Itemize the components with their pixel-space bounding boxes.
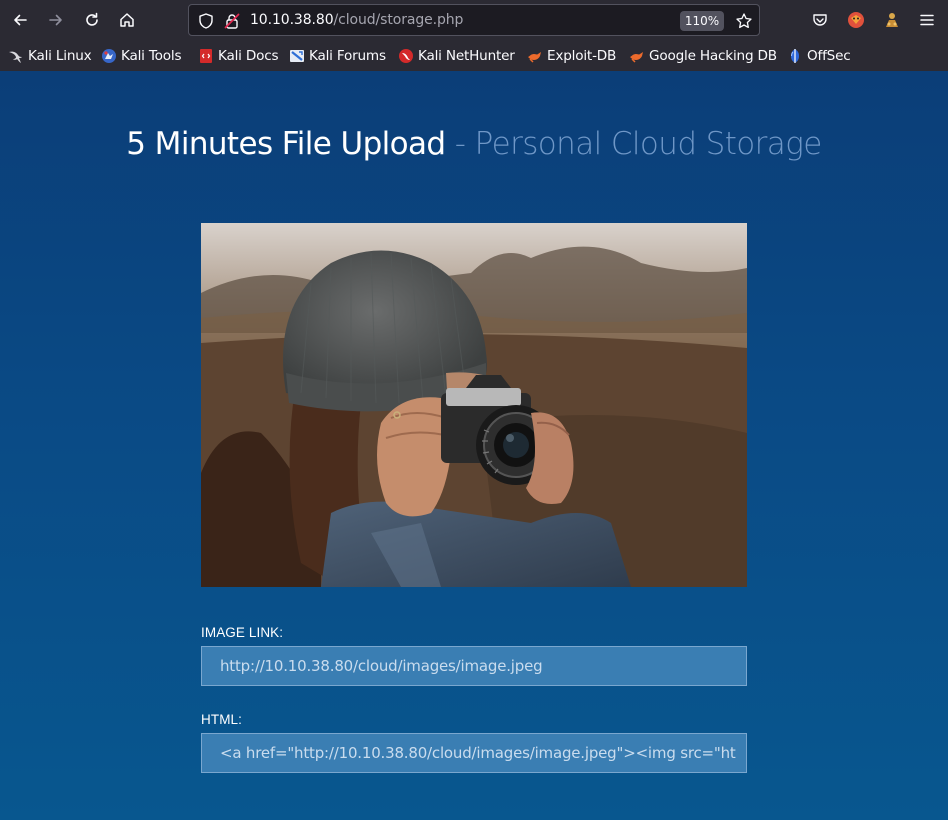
html-code-input[interactable]: <a href="http://10.10.38.80/cloud/images… (201, 733, 747, 773)
shield-icon[interactable] (197, 12, 215, 30)
photographer-photo-illustration (201, 223, 747, 587)
ghdb-icon (630, 52, 643, 63)
bookmark-offsec[interactable]: OffSec (787, 47, 851, 65)
bookmark-label: Kali NetHunter (418, 48, 515, 64)
forward-arrow-icon (49, 14, 62, 26)
insecure-lock-icon[interactable] (223, 12, 241, 30)
reload-icon (86, 12, 98, 26)
bookmark-star-icon[interactable] (735, 12, 753, 30)
page-content: 5 Minutes File Upload - Personal Cloud S… (0, 71, 948, 820)
back-arrow-icon (14, 14, 27, 26)
url-text[interactable]: 10.10.38.80/cloud/storage.php (250, 12, 463, 28)
page-title-main: 5 Minutes File Upload (126, 126, 446, 162)
pocket-button[interactable] (806, 6, 834, 34)
home-icon (120, 13, 134, 27)
page-title-separator: - (445, 126, 475, 162)
image-link-label: IMAGE LINK: (201, 625, 284, 640)
bookmark-label: Google Hacking DB (649, 48, 777, 64)
url-host: 10.10.38.80 (250, 12, 334, 28)
kali-tools-icon (102, 49, 116, 63)
home-button[interactable] (113, 6, 141, 34)
reload-button[interactable] (78, 6, 106, 34)
bookmark-label: Kali Tools (121, 48, 182, 64)
bookmark-label: Kali Forums (309, 48, 386, 64)
offsec-icon (791, 49, 799, 63)
kali-dragon-icon (9, 51, 22, 63)
bookmark-exploit-db[interactable]: Exploit-DB (527, 47, 616, 65)
url-bar[interactable]: 10.10.38.80/cloud/storage.php 110% (188, 4, 760, 36)
bookmark-kali-linux[interactable]: Kali Linux (8, 47, 92, 65)
bookmark-google-hacking-db[interactable]: Google Hacking DB (629, 47, 777, 65)
bookmark-kali-forums[interactable]: Kali Forums (289, 47, 386, 65)
hamburger-menu-icon (920, 14, 934, 26)
bookmark-label: Kali Linux (28, 48, 92, 64)
forward-button[interactable] (42, 6, 70, 34)
bookmarks-toolbar: Kali Linux Kali Tools Kali Docs Kali For… (0, 41, 948, 71)
bookmark-label: OffSec (807, 48, 851, 64)
pocket-icon (813, 14, 827, 26)
back-button[interactable] (6, 6, 34, 34)
zoom-level-badge[interactable]: 110% (680, 11, 724, 31)
page-title: 5 Minutes File Upload - Personal Cloud S… (0, 126, 948, 162)
image-link-input[interactable]: http://10.10.38.80/cloud/images/image.jp… (201, 646, 747, 686)
menu-button[interactable] (913, 6, 941, 34)
extension-button[interactable] (842, 6, 870, 34)
exploit-db-icon (528, 52, 541, 63)
bookmark-label: Kali Docs (218, 48, 279, 64)
bookmark-kali-docs[interactable]: Kali Docs (198, 47, 279, 65)
kali-forums-icon (290, 50, 304, 62)
foxyproxy-extension-icon (848, 12, 864, 28)
bookmark-kali-tools[interactable]: Kali Tools (101, 47, 182, 65)
browser-toolbar: 10.10.38.80/cloud/storage.php 110% (0, 0, 948, 41)
url-path: /cloud/storage.php (333, 12, 464, 28)
html-label: HTML: (201, 712, 242, 727)
wappalyzer-extension-icon (886, 13, 898, 27)
kali-nethunter-icon (399, 49, 413, 63)
bookmark-kali-nethunter[interactable]: Kali NetHunter (398, 47, 515, 65)
bookmark-label: Exploit-DB (547, 48, 617, 64)
page-title-subtitle: Personal Cloud Storage (474, 126, 823, 162)
kali-docs-icon (200, 49, 212, 63)
extension-button-2[interactable] (878, 6, 906, 34)
uploaded-image[interactable] (201, 223, 747, 587)
